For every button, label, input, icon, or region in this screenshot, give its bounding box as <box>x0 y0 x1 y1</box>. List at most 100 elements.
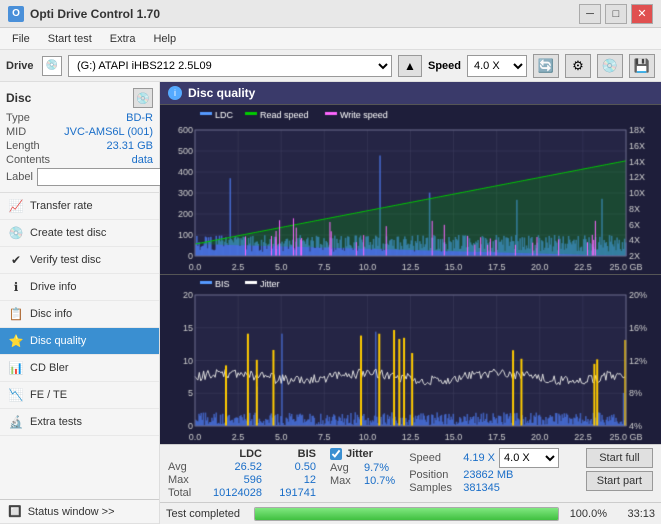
type-label: Type <box>6 112 30 124</box>
sidebar-label-cd-bler: CD Bler <box>30 362 69 374</box>
chart-title-icon: i <box>168 86 182 100</box>
sidebar-label-transfer-rate: Transfer rate <box>30 200 93 212</box>
sidebar-label-fe-te: FE / TE <box>30 389 67 401</box>
mid-value: JVC-AMS6L (001) <box>64 126 153 138</box>
jitter-max-label: Max <box>330 475 360 487</box>
sidebar-label-extra-tests: Extra tests <box>30 416 82 428</box>
contents-label: Contents <box>6 154 50 166</box>
minimize-button[interactable]: ─ <box>579 4 601 24</box>
jitter-avg: 9.7% <box>364 462 389 474</box>
sidebar-item-cd-bler[interactable]: 📊 CD Bler <box>0 355 159 382</box>
config-button[interactable]: ⚙ <box>565 54 591 78</box>
chart-title: Disc quality <box>188 86 255 100</box>
total-bis: 191741 <box>266 487 316 499</box>
start-full-button[interactable]: Start full <box>586 448 653 468</box>
top-chart <box>160 105 661 275</box>
start-part-button[interactable]: Start part <box>586 471 653 491</box>
time-text: 33:13 <box>615 508 655 520</box>
sidebar-item-create-test-disc[interactable]: 💿 Create test disc <box>0 220 159 247</box>
status-window-icon: 🔲 <box>8 505 22 518</box>
disc-button[interactable]: 💿 <box>597 54 623 78</box>
menu-file[interactable]: File <box>4 31 38 47</box>
nav-items: 📈 Transfer rate 💿 Create test disc ✔ Ver… <box>0 193 159 499</box>
jitter-max: 10.7% <box>364 475 395 487</box>
action-buttons: Start full Start part <box>586 448 653 491</box>
avg-bis: 0.50 <box>266 461 316 473</box>
speed-stats: Speed 4.19 X 4.0 X Position 23862 MB Sam… <box>409 448 559 494</box>
speed-select[interactable]: 4.0 X <box>467 55 527 77</box>
sidebar-item-disc-info[interactable]: 📋 Disc info <box>0 301 159 328</box>
avg-label: Avg <box>168 461 198 473</box>
mid-label: MID <box>6 126 26 138</box>
bottom-chart <box>160 275 661 444</box>
label-input[interactable] <box>37 168 175 186</box>
position-label: Position <box>409 469 459 481</box>
max-label: Max <box>168 474 198 486</box>
label-label: Label <box>6 171 33 183</box>
extra-tests-icon: 🔬 <box>8 414 24 430</box>
menu-help[interactable]: Help <box>145 31 184 47</box>
menu-extra[interactable]: Extra <box>102 31 144 47</box>
samples-label: Samples <box>409 482 459 494</box>
stat-empty <box>168 448 198 460</box>
max-ldc: 596 <box>202 474 262 486</box>
eject-button[interactable]: ▲ <box>398 55 422 77</box>
sidebar-label-verify-test-disc: Verify test disc <box>30 254 101 266</box>
drive-select[interactable]: (G:) ATAPI iHBS212 2.5L09 <box>68 55 392 77</box>
sidebar-item-fe-te[interactable]: 📉 FE / TE <box>0 382 159 409</box>
sidebar: Disc 💿 Type BD-R MID JVC-AMS6L (001) Len… <box>0 82 160 524</box>
charts-container <box>160 105 661 444</box>
jitter-checkbox[interactable] <box>330 448 342 460</box>
content-area: i Disc quality LDC BIS Avg <box>160 82 661 524</box>
sidebar-item-disc-quality[interactable]: ⭐ Disc quality <box>0 328 159 355</box>
transfer-rate-icon: 📈 <box>8 198 24 214</box>
sidebar-item-extra-tests[interactable]: 🔬 Extra tests <box>0 409 159 436</box>
refresh-button[interactable]: 🔄 <box>533 54 559 78</box>
drive-label: Drive <box>6 60 36 72</box>
close-button[interactable]: ✕ <box>631 4 653 24</box>
menu-start-test[interactable]: Start test <box>40 31 100 47</box>
cd-bler-icon: 📊 <box>8 360 24 376</box>
drive-toolbar: Drive 💿 (G:) ATAPI iHBS212 2.5L09 ▲ Spee… <box>0 50 661 82</box>
stats-bar: LDC BIS Avg 26.52 0.50 Max 596 12 Total … <box>160 444 661 502</box>
status-text: Test completed <box>166 508 246 520</box>
maximize-button[interactable]: □ <box>605 4 627 24</box>
type-value: BD-R <box>126 112 153 124</box>
save-button[interactable]: 💾 <box>629 54 655 78</box>
total-ldc: 10124028 <box>202 487 262 499</box>
samples-value: 381345 <box>463 482 500 494</box>
total-label: Total <box>168 487 198 499</box>
jitter-header: Jitter <box>346 448 373 460</box>
drive-info-icon: ℹ <box>8 279 24 295</box>
status-window-label: Status window >> <box>28 506 115 518</box>
status-section: 🔲 Status window >> <box>0 499 159 524</box>
speed-stat-label: Speed <box>409 452 459 464</box>
contents-value: data <box>132 154 153 166</box>
title-bar: O Opti Drive Control 1.70 ─ □ ✕ <box>0 0 661 28</box>
stats-table: LDC BIS Avg 26.52 0.50 Max 596 12 Total … <box>168 448 316 499</box>
max-bis: 12 <box>266 474 316 486</box>
position-value: 23862 MB <box>463 469 513 481</box>
avg-ldc: 26.52 <box>202 461 262 473</box>
create-test-disc-icon: 💿 <box>8 225 24 241</box>
progress-fill <box>255 508 558 520</box>
title-bar-left: O Opti Drive Control 1.70 <box>8 6 160 22</box>
sidebar-item-transfer-rate[interactable]: 📈 Transfer rate <box>0 193 159 220</box>
top-chart-canvas <box>160 105 661 274</box>
jitter-stats: Jitter Avg 9.7% Max 10.7% <box>330 448 395 487</box>
progress-text: 100.0% <box>567 508 607 520</box>
chart-title-bar: i Disc quality <box>160 82 661 105</box>
disc-panel-icon-btn[interactable]: 💿 <box>133 88 153 108</box>
disc-info-panel: Disc 💿 Type BD-R MID JVC-AMS6L (001) Len… <box>0 82 159 193</box>
progress-bar-container <box>254 507 559 521</box>
sidebar-item-drive-info[interactable]: ℹ Drive info <box>0 274 159 301</box>
jitter-avg-label: Avg <box>330 462 360 474</box>
bottom-chart-canvas <box>160 275 661 444</box>
sidebar-item-verify-test-disc[interactable]: ✔ Verify test disc <box>0 247 159 274</box>
length-label: Length <box>6 140 40 152</box>
app-title: Opti Drive Control 1.70 <box>30 7 160 21</box>
sidebar-label-disc-info: Disc info <box>30 308 72 320</box>
status-window-button[interactable]: 🔲 Status window >> <box>0 500 159 524</box>
speed-select-inline[interactable]: 4.0 X <box>499 448 559 468</box>
drive-icon: 💿 <box>42 56 62 76</box>
